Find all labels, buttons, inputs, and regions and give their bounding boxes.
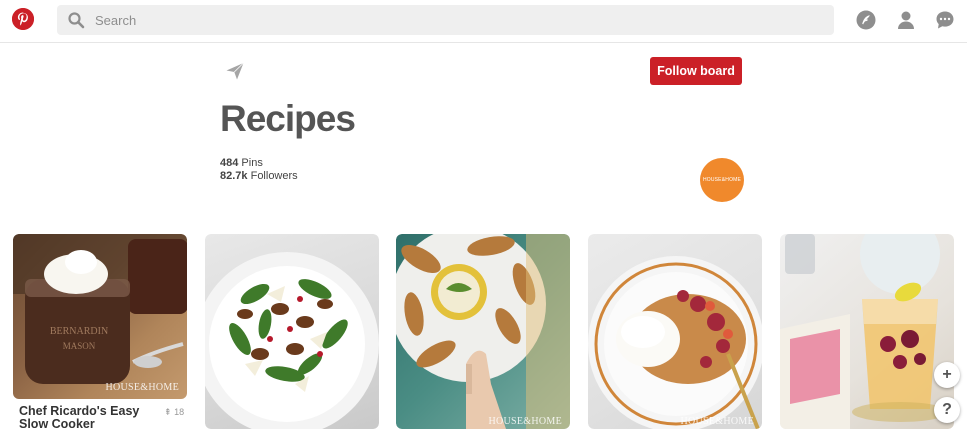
send-board-icon[interactable] [225, 61, 245, 81]
pin-save-icon: ⇞ [164, 407, 172, 417]
pin-card[interactable]: BERNARDIN MASON HOUSE&HOME Chef Ricardo'… [13, 234, 187, 429]
pins-label: Pins [241, 157, 263, 169]
search-icon [68, 12, 85, 29]
pin-card[interactable] [780, 234, 954, 429]
pin-save-count-value: 18 [174, 407, 185, 417]
pin-image[interactable] [205, 234, 379, 429]
search-bar[interactable] [57, 5, 834, 35]
pin-card[interactable]: HOUSE&HOME [588, 234, 762, 429]
top-navigation-bar [0, 0, 967, 43]
pin-image[interactable]: BERNARDIN MASON HOUSE&HOME [13, 234, 187, 399]
pin-card[interactable]: HOUSE&HOME [396, 234, 570, 429]
owner-avatar-text: HOUSE&HOME [702, 177, 742, 183]
followers-stat[interactable]: 82.7k Followers [220, 170, 298, 183]
pin-title[interactable]: Chef Ricardo's Easy Slow Cooker [19, 405, 149, 429]
pinterest-logo-icon[interactable] [12, 8, 34, 30]
board-title: Recipes [220, 98, 356, 139]
followers-count: 82.7k [220, 170, 248, 182]
svg-text:BERNARDIN: BERNARDIN [50, 326, 108, 337]
cocktail-illustration [780, 234, 948, 429]
board-owner-avatar[interactable]: HOUSE&HOME [700, 158, 744, 202]
add-pin-button[interactable]: + [934, 362, 960, 388]
pins-stat[interactable]: 484 Pins [220, 157, 298, 170]
question-icon: ? [942, 401, 952, 418]
dessert-bowl-illustration [588, 256, 762, 429]
pin-image[interactable] [780, 234, 954, 429]
help-button[interactable]: ? [934, 397, 960, 423]
messages-icon[interactable] [935, 10, 955, 30]
pin-card[interactable] [205, 234, 379, 429]
board-stats: 484 Pins 82.7k Followers [220, 157, 298, 183]
svg-text:MASON: MASON [63, 341, 96, 351]
profile-icon[interactable] [896, 10, 916, 30]
follow-board-button[interactable]: Follow board [650, 57, 742, 85]
salad-plate-illustration [205, 252, 379, 429]
pins-count: 484 [220, 157, 239, 169]
explore-compass-icon[interactable] [856, 10, 876, 30]
jar-illustration: BERNARDIN MASON [13, 234, 187, 384]
pin-save-count: ⇞ 18 [164, 407, 184, 418]
pin-watermark: HOUSE&HOME [105, 382, 179, 393]
search-input[interactable] [95, 5, 815, 35]
followers-label: Followers [250, 170, 298, 182]
dip-platter-illustration [396, 234, 570, 429]
pin-image[interactable]: HOUSE&HOME [396, 234, 570, 429]
pin-watermark: HOUSE&HOME [680, 416, 754, 427]
plus-icon: + [942, 366, 952, 383]
pin-watermark: HOUSE&HOME [488, 416, 562, 427]
pin-image[interactable]: HOUSE&HOME [588, 234, 762, 429]
